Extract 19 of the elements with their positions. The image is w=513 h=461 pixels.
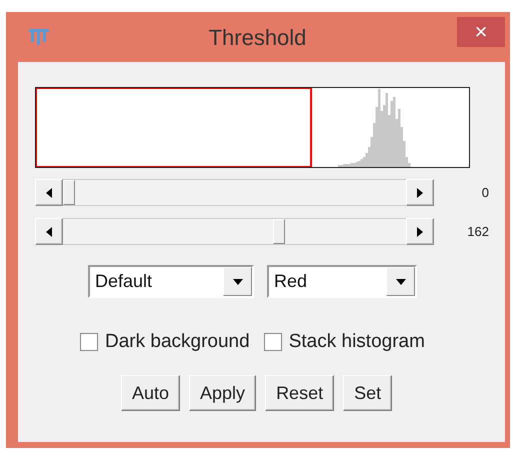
slider-thumb[interactable] (63, 180, 75, 205)
caret-icon (232, 278, 242, 284)
checkbox-label: Stack histogram (288, 331, 425, 353)
dropdown[interactable]: Red (267, 265, 417, 298)
app-icon (28, 27, 50, 47)
caret-icon (396, 278, 406, 284)
checkbox-label: Dark background (105, 331, 250, 353)
close-button[interactable]: × (457, 17, 505, 47)
slider-value: 162 (466, 224, 489, 239)
checkbox[interactable] (264, 333, 282, 351)
slider-thumb[interactable] (273, 219, 286, 244)
dialog-button[interactable]: Apply (189, 375, 256, 411)
dropdown[interactable]: Default (88, 265, 254, 298)
dialog-button[interactable]: Set (343, 375, 392, 411)
dialog-button[interactable]: Reset (265, 375, 334, 411)
checkbox[interactable] (80, 333, 98, 351)
slider-value: 0 (480, 185, 489, 200)
dialog-button[interactable]: Auto (121, 375, 180, 411)
window-title: Threshold (208, 24, 308, 51)
